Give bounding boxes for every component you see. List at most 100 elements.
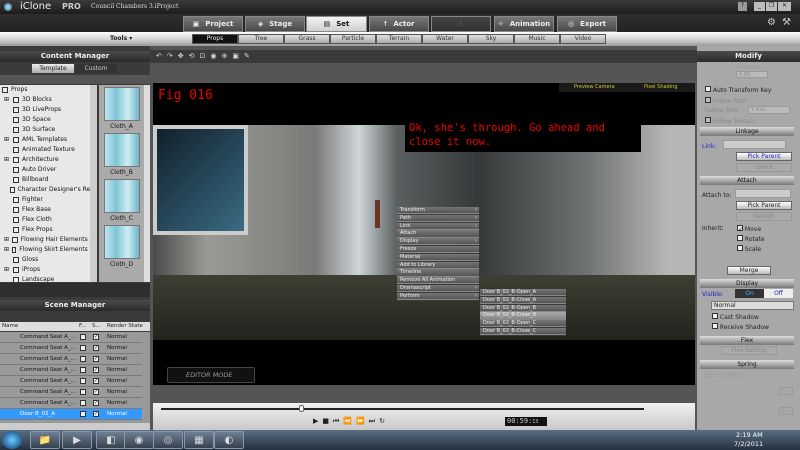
attach-section[interactable]: Attach (700, 176, 794, 185)
tree-item[interactable]: Landscape (2, 275, 97, 282)
context-menu-item[interactable]: Transform › (397, 207, 479, 215)
context-menu-item[interactable]: Link › (397, 222, 479, 230)
tree-scrollbar[interactable] (90, 85, 97, 282)
play-icon[interactable]: ▶ (313, 417, 322, 425)
table-row[interactable]: Command Seat A_... ✓ Normal (0, 365, 142, 376)
forward-icon[interactable]: ⏩ (356, 417, 369, 425)
freeze-checkbox[interactable] (80, 400, 86, 406)
tab-set[interactable]: ▤ Set (306, 16, 367, 32)
restore-button[interactable]: ❐ (766, 2, 777, 11)
tree-item[interactable]: Props (2, 85, 97, 95)
timeline-scrubber[interactable] (299, 405, 305, 412)
subtab-water[interactable]: Water (422, 34, 468, 44)
thumbnail-list[interactable]: Cloth_A Cloth_B Cloth_C Cloth_D (99, 85, 144, 282)
freeze-checkbox[interactable] (80, 334, 86, 340)
show-checkbox[interactable]: ✓ (93, 400, 99, 406)
firefox-taskbar-icon[interactable]: ◉ (124, 431, 154, 449)
subtab-video[interactable]: Video (560, 34, 606, 44)
time-display[interactable]: 00:59:13 (505, 417, 547, 426)
freeze-checkbox[interactable] (80, 378, 86, 384)
tree-item[interactable]: ⊞ Flowing Skirt Elements Vo (2, 245, 97, 255)
render-state[interactable]: Normal (107, 376, 127, 387)
subtab-tree[interactable]: Tree (238, 34, 284, 44)
thumbnail[interactable]: Cloth_A (99, 87, 144, 133)
submenu-item[interactable]: Door B_02_B-Close_C (480, 327, 566, 336)
table-row[interactable]: Command Seat A_... ✓ Normal (0, 332, 142, 343)
subtab-sky[interactable]: Sky (468, 34, 514, 44)
next-icon[interactable]: ⏭ (369, 417, 379, 425)
show-checkbox[interactable]: ✓ (93, 356, 99, 362)
cast-shadow-checkbox[interactable] (712, 313, 718, 319)
attach-pick-parent-button[interactable]: Pick Parent (736, 201, 792, 210)
tree-item[interactable]: ⊞ Flowing Hair Elements Vo (2, 235, 97, 245)
col-s[interactable]: S... (92, 322, 101, 331)
preview-camera-dropdown[interactable]: Preview Camera (574, 83, 615, 92)
settings-icon[interactable]: ⚙ (767, 17, 776, 28)
show-checkbox[interactable]: ✓ (93, 367, 99, 373)
context-menu-item[interactable]: Add to Library (397, 261, 479, 269)
render-state[interactable]: Normal (107, 409, 127, 420)
tree-item[interactable]: Fighter (2, 195, 97, 205)
link-pick-parent-button[interactable]: Pick Parent (736, 152, 792, 161)
move-icon[interactable]: ✥ (178, 52, 189, 60)
merge-button[interactable]: Merge (727, 266, 771, 275)
render-mode-dropdown[interactable]: Normal (711, 301, 794, 310)
table-row[interactable]: Command Seat A_... ✓ Normal (0, 354, 142, 365)
tab-custom[interactable]: Custom (75, 64, 117, 73)
content-tree[interactable]: Props ⊞ 3D Blocks 3D LiveProps 3D Space 3D Su… (0, 85, 97, 282)
link-field[interactable] (723, 140, 786, 149)
tab-animation[interactable]: ✧ Animation (494, 16, 554, 32)
tree-item[interactable]: ⊞ iProps (2, 265, 97, 275)
thumbnail[interactable]: Cloth_B (99, 133, 144, 179)
receive-shadow-checkbox[interactable] (712, 323, 718, 329)
expand-icon[interactable]: ⊞ (4, 235, 9, 245)
tree-item[interactable]: Character Designer's Reso (2, 185, 97, 195)
subtab-grass[interactable]: Grass (284, 34, 330, 44)
tab-actor[interactable]: ☨ Actor (369, 16, 429, 32)
table-row[interactable]: Command Seat A_... ✓ Normal (0, 398, 142, 409)
freeze-checkbox[interactable] (80, 367, 86, 373)
display-section[interactable]: Display (700, 279, 794, 288)
context-menu-item[interactable]: Material (397, 253, 479, 262)
show-checkbox[interactable]: ✓ (93, 334, 99, 340)
stop-icon[interactable]: ■ (322, 417, 333, 425)
inherit-move-checkbox[interactable]: ✓ (737, 225, 743, 233)
media-taskbar-icon[interactable]: ◐ (214, 431, 244, 449)
thumbnail[interactable]: Cloth_D (99, 225, 144, 271)
inherit-scale-checkbox[interactable] (737, 245, 743, 251)
rewind-icon[interactable]: ⏪ (343, 417, 356, 425)
subtab-music[interactable]: Music (514, 34, 560, 44)
editor-mode-indicator[interactable]: EDITOR MODE (167, 367, 255, 383)
brush-icon[interactable]: ✎ (244, 52, 255, 60)
show-checkbox[interactable]: ✓ (93, 389, 99, 395)
minimize-button[interactable]: _ (754, 2, 765, 11)
subtab-terrain[interactable]: Terrain (376, 34, 422, 44)
help-button[interactable]: ? (738, 2, 747, 11)
expand-icon[interactable]: ⊞ (4, 155, 10, 165)
context-menu-item[interactable]: Perform › (397, 292, 479, 301)
app-taskbar-icon[interactable]: ◧ (96, 431, 126, 449)
tree-item[interactable]: 3D Space (2, 115, 97, 125)
tree-item[interactable]: ⊞ AML Templates (2, 135, 97, 145)
context-menu-item[interactable]: Remove All Animation (397, 277, 479, 285)
freeze-checkbox[interactable] (80, 356, 86, 362)
tree-item[interactable]: Billboard (2, 175, 97, 185)
scale-icon[interactable]: ⊡ (200, 52, 211, 60)
tree-item[interactable]: Auto Driver (2, 165, 97, 175)
tab-project[interactable]: ▣ Project (183, 16, 243, 32)
tree-item[interactable]: 3D LiveProps (2, 105, 97, 115)
tab-export[interactable]: ◎ Export (557, 16, 617, 32)
contacts-taskbar-icon[interactable]: ▦ (184, 431, 214, 449)
tool-icon[interactable]: ⚒ (782, 17, 791, 28)
context-menu-item[interactable]: Display › (397, 238, 479, 246)
tree-item[interactable]: Flex Base (2, 205, 97, 215)
freeze-checkbox[interactable] (80, 389, 86, 395)
tree-item[interactable]: Gloss (2, 255, 97, 265)
tools-menu[interactable]: Tools ▾ (110, 35, 132, 42)
fit-icon[interactable]: ▣ (232, 52, 244, 60)
visible-off-toggle[interactable]: Off (764, 289, 793, 298)
tree-item[interactable]: Flex Props (2, 225, 97, 235)
col-render-state[interactable]: Render State (107, 322, 143, 331)
render-state[interactable]: Normal (107, 365, 127, 376)
clock-date[interactable]: 7/2/2011 (734, 440, 763, 448)
